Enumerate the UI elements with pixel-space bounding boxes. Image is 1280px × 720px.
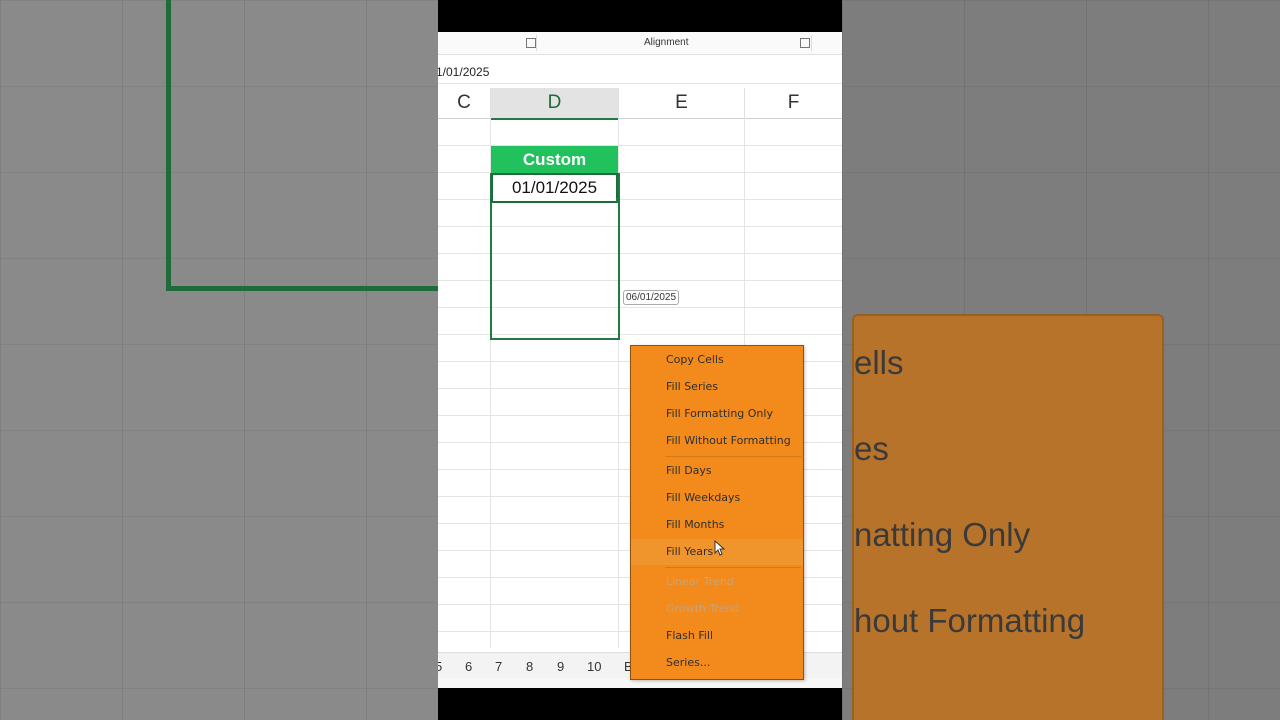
background-selection-border: [166, 0, 438, 291]
menu-item-fill-weekdays[interactable]: Fill Weekdays: [631, 485, 803, 511]
formula-bar[interactable]: 1/01/2025: [438, 61, 842, 84]
background-context-menu: ells es natting Only hout Formatting: [852, 314, 1164, 720]
formula-value: 1/01/2025: [438, 65, 490, 79]
background-menu-text: ells: [854, 344, 904, 381]
column-header-f[interactable]: F: [745, 88, 842, 119]
spreadsheet-screen: Alignment 1/01/2025 C D E F Custom 01/01…: [438, 32, 842, 688]
menu-item-fill-formatting-only[interactable]: Fill Formatting Only: [631, 401, 803, 427]
fill-handle[interactable]: [616, 198, 620, 202]
menu-item-fill-without-formatting[interactable]: Fill Without Formatting: [631, 428, 803, 454]
menu-item-fill-days[interactable]: Fill Days: [631, 458, 803, 484]
sheet-tab[interactable]: 6: [465, 659, 472, 674]
background-left: [0, 0, 438, 720]
menu-item-flash-fill[interactable]: Flash Fill: [631, 623, 803, 649]
ribbon-group-label: Alignment: [644, 37, 689, 48]
sheet-tab[interactable]: 10: [587, 659, 601, 674]
column-header-c[interactable]: C: [438, 88, 491, 119]
background-right: ells es natting Only hout Formatting: [842, 0, 1280, 720]
column-header-d[interactable]: D: [491, 88, 619, 120]
sheet-tab[interactable]: 8: [526, 659, 533, 674]
column-header-e[interactable]: E: [619, 88, 745, 119]
menu-item-linear-trend[interactable]: Linear Trend: [631, 569, 803, 595]
menu-item-fill-months[interactable]: Fill Months: [631, 512, 803, 538]
dialog-launcher-icon[interactable]: [526, 38, 536, 48]
dialog-launcher-icon[interactable]: [800, 38, 810, 48]
menu-item-copy-cells[interactable]: Copy Cells: [631, 347, 803, 373]
autofill-tooltip: 06/01/2025: [623, 290, 680, 305]
autofill-context-menu: Copy Cells Fill Series Fill Formatting O…: [630, 345, 804, 680]
sheet-tab[interactable]: 5: [438, 659, 442, 674]
sheet-tab[interactable]: 7: [495, 659, 502, 674]
background-menu-text: natting Only: [854, 516, 1031, 553]
mouse-cursor-icon: [714, 540, 726, 556]
menu-item-fill-series[interactable]: Fill Series: [631, 374, 803, 400]
ribbon: Alignment: [438, 32, 842, 55]
grid-row[interactable]: [438, 118, 842, 146]
active-cell[interactable]: 01/01/2025: [491, 173, 618, 203]
menu-item-series[interactable]: Series...: [631, 650, 803, 676]
video-frame: Alignment 1/01/2025 C D E F Custom 01/01…: [438, 0, 842, 720]
background-menu-text: es: [854, 430, 889, 467]
header-cell-custom[interactable]: Custom: [491, 146, 618, 173]
background-menu-text: hout Formatting: [854, 602, 1086, 639]
sheet-tab[interactable]: 9: [557, 659, 564, 674]
menu-item-growth-trend[interactable]: Growth Trend: [631, 596, 803, 622]
